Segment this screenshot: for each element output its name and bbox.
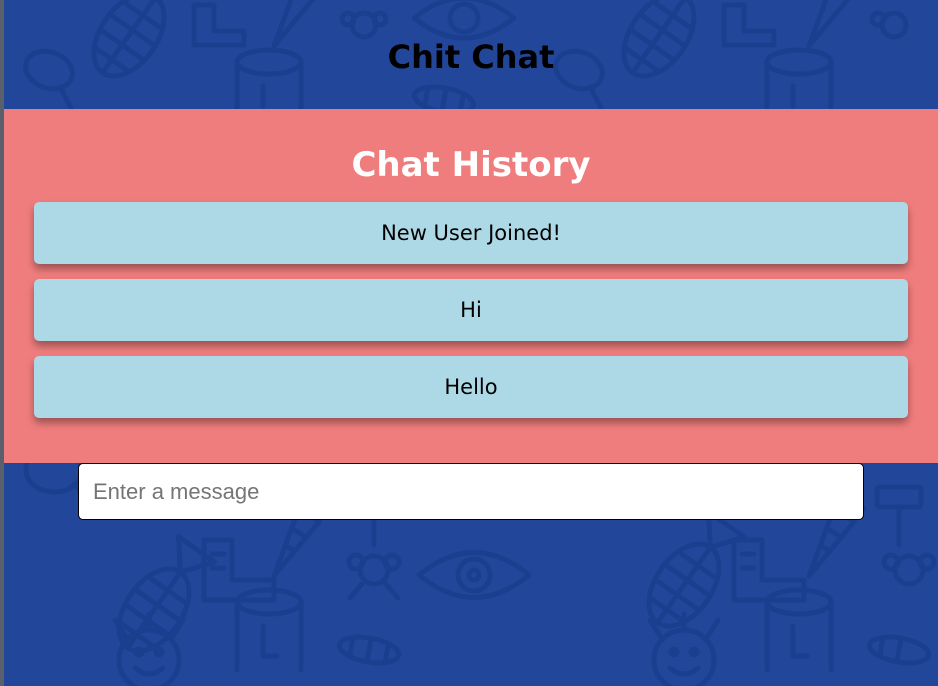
bee-icon bbox=[869, 10, 909, 40]
bee-icon bbox=[881, 552, 937, 587]
chat-history-title: Chat History bbox=[351, 145, 591, 185]
fish-icon bbox=[336, 634, 402, 666]
message-item: Hi bbox=[34, 279, 908, 341]
eye-icon bbox=[411, 0, 517, 41]
bee-icon bbox=[346, 552, 402, 601]
hammer-icon bbox=[874, 484, 924, 548]
app-title: Chit Chat bbox=[387, 38, 555, 76]
fish-icon bbox=[866, 634, 932, 666]
bee-icon bbox=[339, 10, 389, 40]
chat-history-panel: Chat History New User Joined! Hi Hello bbox=[4, 109, 938, 463]
chat-app: Chit Chat Chat History New User Joined! … bbox=[4, 0, 938, 686]
eye-icon bbox=[416, 550, 532, 600]
message-list: New User Joined! Hi Hello bbox=[34, 202, 908, 433]
message-input[interactable] bbox=[78, 463, 864, 520]
message-item: Hello bbox=[34, 356, 908, 418]
message-item: New User Joined! bbox=[34, 202, 908, 264]
